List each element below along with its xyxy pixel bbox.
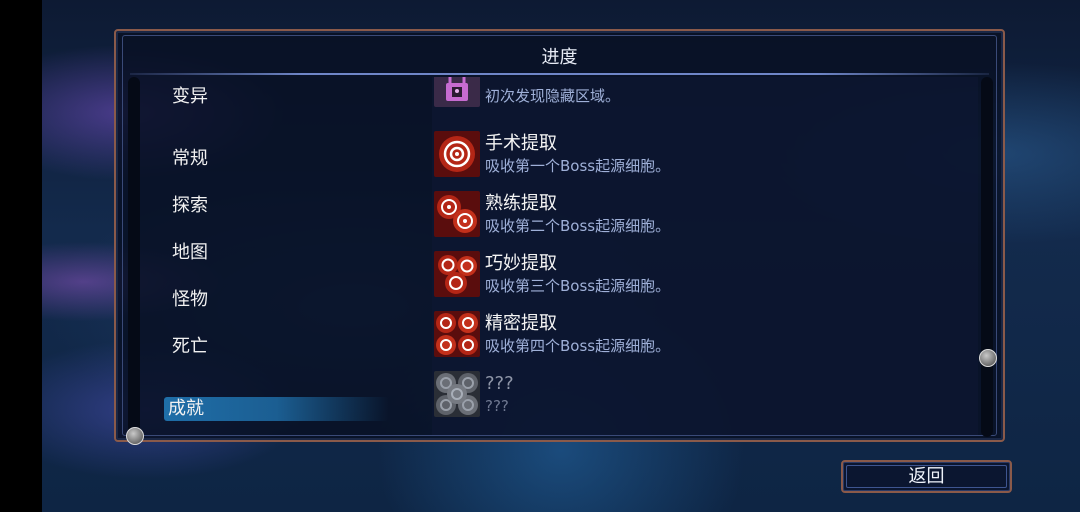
back-button-label: 返回: [908, 466, 945, 487]
lock-icon: [434, 77, 480, 107]
cell-icon: [434, 311, 480, 357]
achievement-item[interactable]: 初次发现隐藏区域。: [432, 77, 978, 113]
achievement-item[interactable]: 巧妙提取 吸收第三个Boss起源细胞。: [432, 247, 978, 303]
achievement-name: 精密提取: [485, 313, 557, 334]
achievement-desc: 吸收第一个Boss起源细胞。: [485, 157, 671, 175]
progress-panel: 进度 变异 常规 探索 地图 怪物 死亡 成就 初次发现隐藏区域。 手术提取 吸…: [114, 29, 1005, 445]
cell-icon: [434, 191, 480, 237]
achievement-item[interactable]: 精密提取 吸收第四个Boss起源细胞。: [432, 307, 978, 363]
achievement-name: 手术提取: [485, 133, 557, 154]
title-divider: [130, 73, 989, 75]
category-exploration[interactable]: 探索: [168, 194, 393, 218]
category-map[interactable]: 地图: [168, 241, 393, 265]
achievement-name: 巧妙提取: [485, 253, 557, 274]
achievement-item[interactable]: ??? ???: [432, 367, 978, 423]
cell-icon: [434, 251, 480, 297]
achievement-name: ???: [485, 373, 514, 394]
category-scroll-knob[interactable]: [126, 427, 144, 445]
achievement-desc: 吸收第四个Boss起源细胞。: [485, 337, 671, 355]
achievement-scroll-knob[interactable]: [979, 349, 997, 367]
achievement-scrollbar[interactable]: [981, 77, 993, 437]
category-achievements[interactable]: 成就: [164, 397, 389, 421]
back-button[interactable]: 返回: [841, 460, 1012, 493]
achievement-item[interactable]: 熟练提取 吸收第二个Boss起源细胞。: [432, 187, 978, 243]
category-scrollbar[interactable]: [128, 77, 140, 437]
category-monsters[interactable]: 怪物: [168, 288, 393, 312]
category-list: 变异 常规 探索 地图 怪物 死亡 成就: [164, 79, 393, 429]
achievement-desc: 吸收第三个Boss起源细胞。: [485, 277, 671, 295]
cell-icon-locked: [434, 371, 480, 417]
panel-title: 进度: [541, 47, 578, 68]
achievement-list[interactable]: 初次发现隐藏区域。 手术提取 吸收第一个Boss起源细胞。 熟练提取 吸收第二个…: [432, 77, 978, 435]
category-mutations[interactable]: 变异: [168, 85, 393, 109]
cell-icon: [434, 131, 480, 177]
achievement-desc: 吸收第二个Boss起源细胞。: [485, 217, 671, 235]
achievement-name: 熟练提取: [485, 193, 557, 214]
achievement-desc: ???: [485, 397, 509, 415]
achievement-item[interactable]: 手术提取 吸收第一个Boss起源细胞。: [432, 127, 978, 183]
category-general[interactable]: 常规: [168, 147, 393, 171]
category-deaths[interactable]: 死亡: [168, 335, 393, 359]
achievement-desc: 初次发现隐藏区域。: [485, 87, 621, 105]
